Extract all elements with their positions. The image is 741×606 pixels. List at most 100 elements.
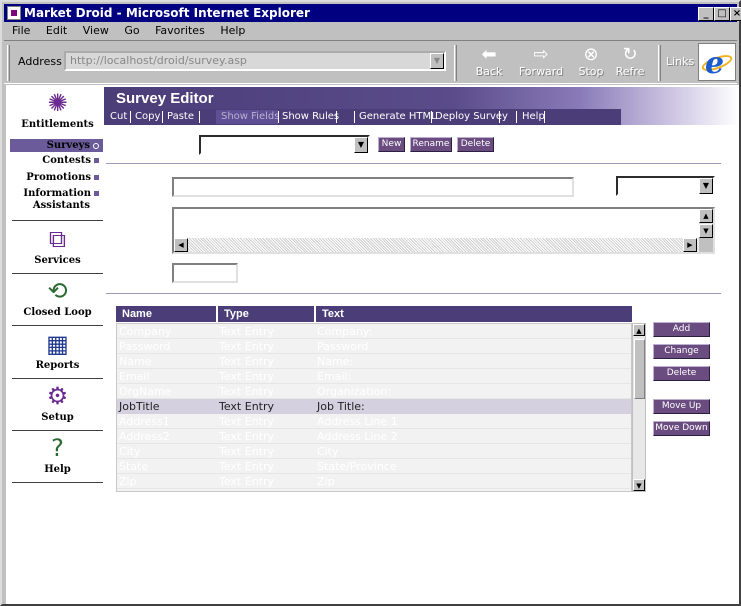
title-bar: Market Droid - Microsoft Internet Explor… [4, 4, 741, 22]
editor-banner: Survey Editor Cut Copy Paste Show Fields… [104, 87, 739, 125]
refresh-button[interactable]: ↻ Refre [610, 43, 650, 81]
cmd-show-fields[interactable]: Show Fields [221, 111, 279, 123]
menu-favorites[interactable]: Favorites [155, 24, 205, 37]
cmd-copy[interactable]: Copy [135, 111, 160, 123]
table-row[interactable]: City Text Entry City [117, 444, 631, 459]
table-cell: Address Line 2 [317, 430, 398, 443]
forward-button[interactable]: ⇨ Forward [516, 43, 566, 81]
scroll-up-icon[interactable]: ▲ [633, 324, 645, 336]
nav-divider [12, 273, 103, 274]
chevron-down-icon[interactable]: ▼ [699, 178, 713, 194]
table-row[interactable]: OrgName Text Entry Organization: [117, 384, 631, 399]
close-button[interactable]: × [730, 7, 741, 21]
new-survey-button[interactable]: New [378, 137, 405, 152]
vertical-scrollbar[interactable]: ▲ ▼ [699, 209, 713, 238]
subnav-assistants[interactable]: Assistants [10, 199, 103, 212]
nav-help[interactable]: ? Help [10, 432, 105, 475]
nav-label: Entitlements [21, 119, 94, 130]
field-size-input[interactable] [172, 263, 238, 283]
table-row[interactable]: Zip Text Entry Zip [117, 474, 631, 489]
table-cell: Email [119, 370, 150, 383]
table-cell: OrgName [119, 385, 172, 398]
cmd-show-rules[interactable]: Show Rules [282, 111, 339, 123]
table-cell: City [119, 445, 141, 458]
table-row[interactable]: Address1 Text Entry Address Line 1 [117, 414, 631, 429]
nav-entitlements[interactable]: ✺ Entitlements [10, 87, 105, 130]
table-scrollbar[interactable]: ▲ ▼ [632, 323, 646, 492]
fields-table-body: Company Text Entry Company: Password Text En… [116, 323, 632, 492]
links-label[interactable]: Links [666, 55, 694, 68]
subnav-promotions[interactable]: Promotions [10, 171, 103, 184]
fields-table: Name Type Text Company Text Entry Company:… [116, 306, 646, 492]
rename-survey-button[interactable]: Rename [410, 137, 452, 152]
nav-reports[interactable]: ▦ Reports [10, 328, 105, 371]
field-name-input[interactable] [172, 177, 574, 197]
nav-closed-loop[interactable]: ⟲ Closed Loop [10, 275, 105, 318]
field-text-area[interactable]: ▲ ▼ ◀ ▶ [172, 207, 715, 254]
scroll-down-icon[interactable]: ▼ [633, 479, 645, 491]
table-cell: Text Entry [219, 475, 275, 488]
cmd-deploy-survey[interactable]: Deploy Survey [435, 111, 508, 123]
refresh-label: Refre [615, 65, 645, 78]
menu-help[interactable]: Help [220, 24, 245, 37]
nav-label: Setup [41, 412, 74, 423]
scroll-up-icon[interactable]: ▲ [699, 209, 713, 223]
table-cell: City [317, 445, 339, 458]
add-field-button[interactable]: Add [653, 322, 710, 337]
table-cell: Address Line 1 [317, 415, 398, 428]
column-header-type[interactable]: Type [218, 306, 315, 322]
back-button[interactable]: ⬅ Back [464, 43, 514, 81]
scroll-left-icon[interactable]: ◀ [174, 238, 188, 252]
table-cell: Zip [119, 475, 137, 488]
address-dropdown-icon[interactable]: ▼ [430, 53, 444, 69]
table-row[interactable]: Email Text Entry Email: [117, 369, 631, 384]
horizontal-scrollbar[interactable]: ◀ ▶ [174, 238, 703, 252]
nav-services[interactable]: ⧉ Services [10, 223, 105, 266]
nav-setup[interactable]: ⚙ Setup [10, 380, 105, 423]
maximize-button[interactable]: □ [714, 7, 730, 21]
menu-edit[interactable]: Edit [46, 24, 67, 37]
move-up-button[interactable]: Move Up [653, 399, 710, 414]
subnav-surveys[interactable]: Surveys [10, 139, 103, 152]
delete-field-button[interactable]: Delete [653, 366, 710, 381]
menu-go[interactable]: Go [124, 24, 139, 37]
stop-button[interactable]: ⊗ Stop [566, 43, 616, 81]
refresh-icon: ↻ [622, 44, 638, 65]
reports-icon: ▦ [46, 330, 69, 358]
table-row[interactable]: Address2 Text Entry Address Line 2 [117, 429, 631, 444]
scroll-right-icon[interactable]: ▶ [683, 238, 697, 252]
minimize-button[interactable]: _ [698, 7, 714, 21]
column-header-name[interactable]: Name [116, 306, 217, 322]
cmd-paste[interactable]: Paste [167, 111, 194, 123]
back-arrow-icon: ⬅ [481, 44, 497, 65]
survey-select[interactable]: ▼ [199, 135, 370, 155]
stop-label: Stop [578, 65, 604, 78]
table-row[interactable]: Company Text Entry Company: [117, 324, 631, 339]
field-type-select[interactable]: ▼ [616, 176, 715, 196]
scroll-thumb[interactable] [634, 339, 645, 399]
table-cell: Job Title: [317, 400, 365, 413]
table-cell: Company [119, 325, 172, 338]
table-row[interactable]: State Text Entry State/Province [117, 459, 631, 474]
scroll-down-icon[interactable]: ▼ [699, 224, 713, 238]
nav-label: Reports [35, 360, 80, 371]
table-row[interactable]: Password Text Entry Password [117, 339, 631, 354]
delete-survey-button[interactable]: Delete [457, 137, 494, 152]
table-row[interactable]: JobTitle Text Entry Job Title: [117, 399, 631, 414]
cmd-generate-html[interactable]: Generate HTML [359, 111, 437, 123]
nav-divider [12, 378, 103, 379]
address-field[interactable]: http://localhost/droid/survey.asp ▼ [64, 51, 446, 71]
menu-file[interactable]: File [12, 24, 30, 37]
window-title: Market Droid - Microsoft Internet Explor… [24, 6, 310, 20]
move-down-button[interactable]: Move Down [653, 421, 710, 436]
table-cell: Text Entry [219, 430, 275, 443]
table-row[interactable]: Name Text Entry Name: [117, 354, 631, 369]
column-header-text[interactable]: Text [316, 306, 632, 322]
cmd-help[interactable]: Help [522, 111, 545, 123]
cmd-cut[interactable]: Cut [110, 111, 127, 123]
change-field-button[interactable]: Change [653, 344, 710, 359]
table-cell: Text Entry [219, 340, 275, 353]
chevron-down-icon[interactable]: ▼ [354, 137, 368, 153]
menu-view[interactable]: View [83, 24, 109, 37]
subnav-contests[interactable]: Contests [10, 154, 103, 167]
